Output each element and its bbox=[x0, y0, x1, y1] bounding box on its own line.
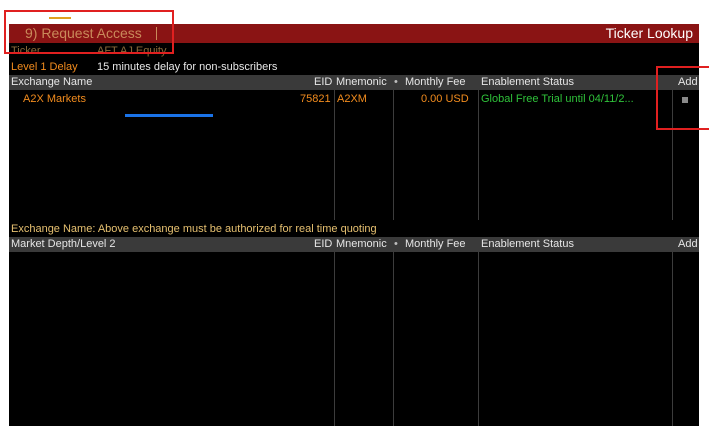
sort-marker-icon: • bbox=[394, 76, 398, 88]
grid-line bbox=[393, 252, 394, 426]
window-title: Ticker Lookup bbox=[605, 25, 693, 41]
col-eid[interactable]: EID bbox=[314, 239, 332, 250]
col-mnemonic[interactable]: Mnemonic bbox=[336, 77, 387, 88]
authorization-note: Exchange Name: Above exchange must be au… bbox=[11, 223, 377, 235]
ticker-lookup-panel: 9) Request Access Ticker Lookup Ticker A… bbox=[9, 24, 699, 426]
grid-line bbox=[478, 252, 479, 426]
grid-line bbox=[672, 252, 673, 426]
mnemonic-cell: A2XM bbox=[337, 93, 367, 105]
col-eid[interactable]: EID bbox=[314, 77, 332, 88]
status-cell: Global Free Trial until 04/11/2... bbox=[481, 93, 634, 105]
exchange-name-cell[interactable]: A2X Markets bbox=[23, 94, 86, 105]
grid-line bbox=[393, 90, 394, 220]
monthly-fee-cell: 0.00 USD bbox=[421, 93, 469, 105]
eid-cell: 75821 bbox=[300, 93, 331, 105]
level-label: Level 1 Delay bbox=[11, 61, 78, 73]
col-monthly-fee[interactable]: Monthly Fee bbox=[405, 239, 466, 250]
col-market-depth[interactable]: Market Depth/Level 2 bbox=[11, 239, 116, 250]
col-exchange-name[interactable]: Exchange Name bbox=[11, 77, 92, 88]
col-enablement-status[interactable]: Enablement Status bbox=[481, 77, 574, 88]
sort-marker-icon: • bbox=[394, 238, 398, 250]
col-add[interactable]: Add bbox=[678, 239, 698, 250]
market-depth-table-header: Market Depth/Level 2 EID Mnemonic • Mont… bbox=[9, 237, 699, 252]
annotation-underline bbox=[125, 114, 213, 117]
col-mnemonic[interactable]: Mnemonic bbox=[336, 239, 387, 250]
grid-line bbox=[478, 90, 479, 220]
grid-line bbox=[334, 252, 335, 426]
annotation-box-request-access bbox=[4, 10, 174, 54]
level-value: 15 minutes delay for non-subscribers bbox=[97, 61, 278, 73]
grid-line bbox=[334, 90, 335, 220]
exchange-table-header: Exchange Name EID Mnemonic • Monthly Fee… bbox=[9, 75, 699, 90]
col-enablement-status[interactable]: Enablement Status bbox=[481, 239, 574, 250]
annotation-box-add-checkbox bbox=[656, 66, 709, 130]
col-monthly-fee[interactable]: Monthly Fee bbox=[405, 77, 466, 88]
